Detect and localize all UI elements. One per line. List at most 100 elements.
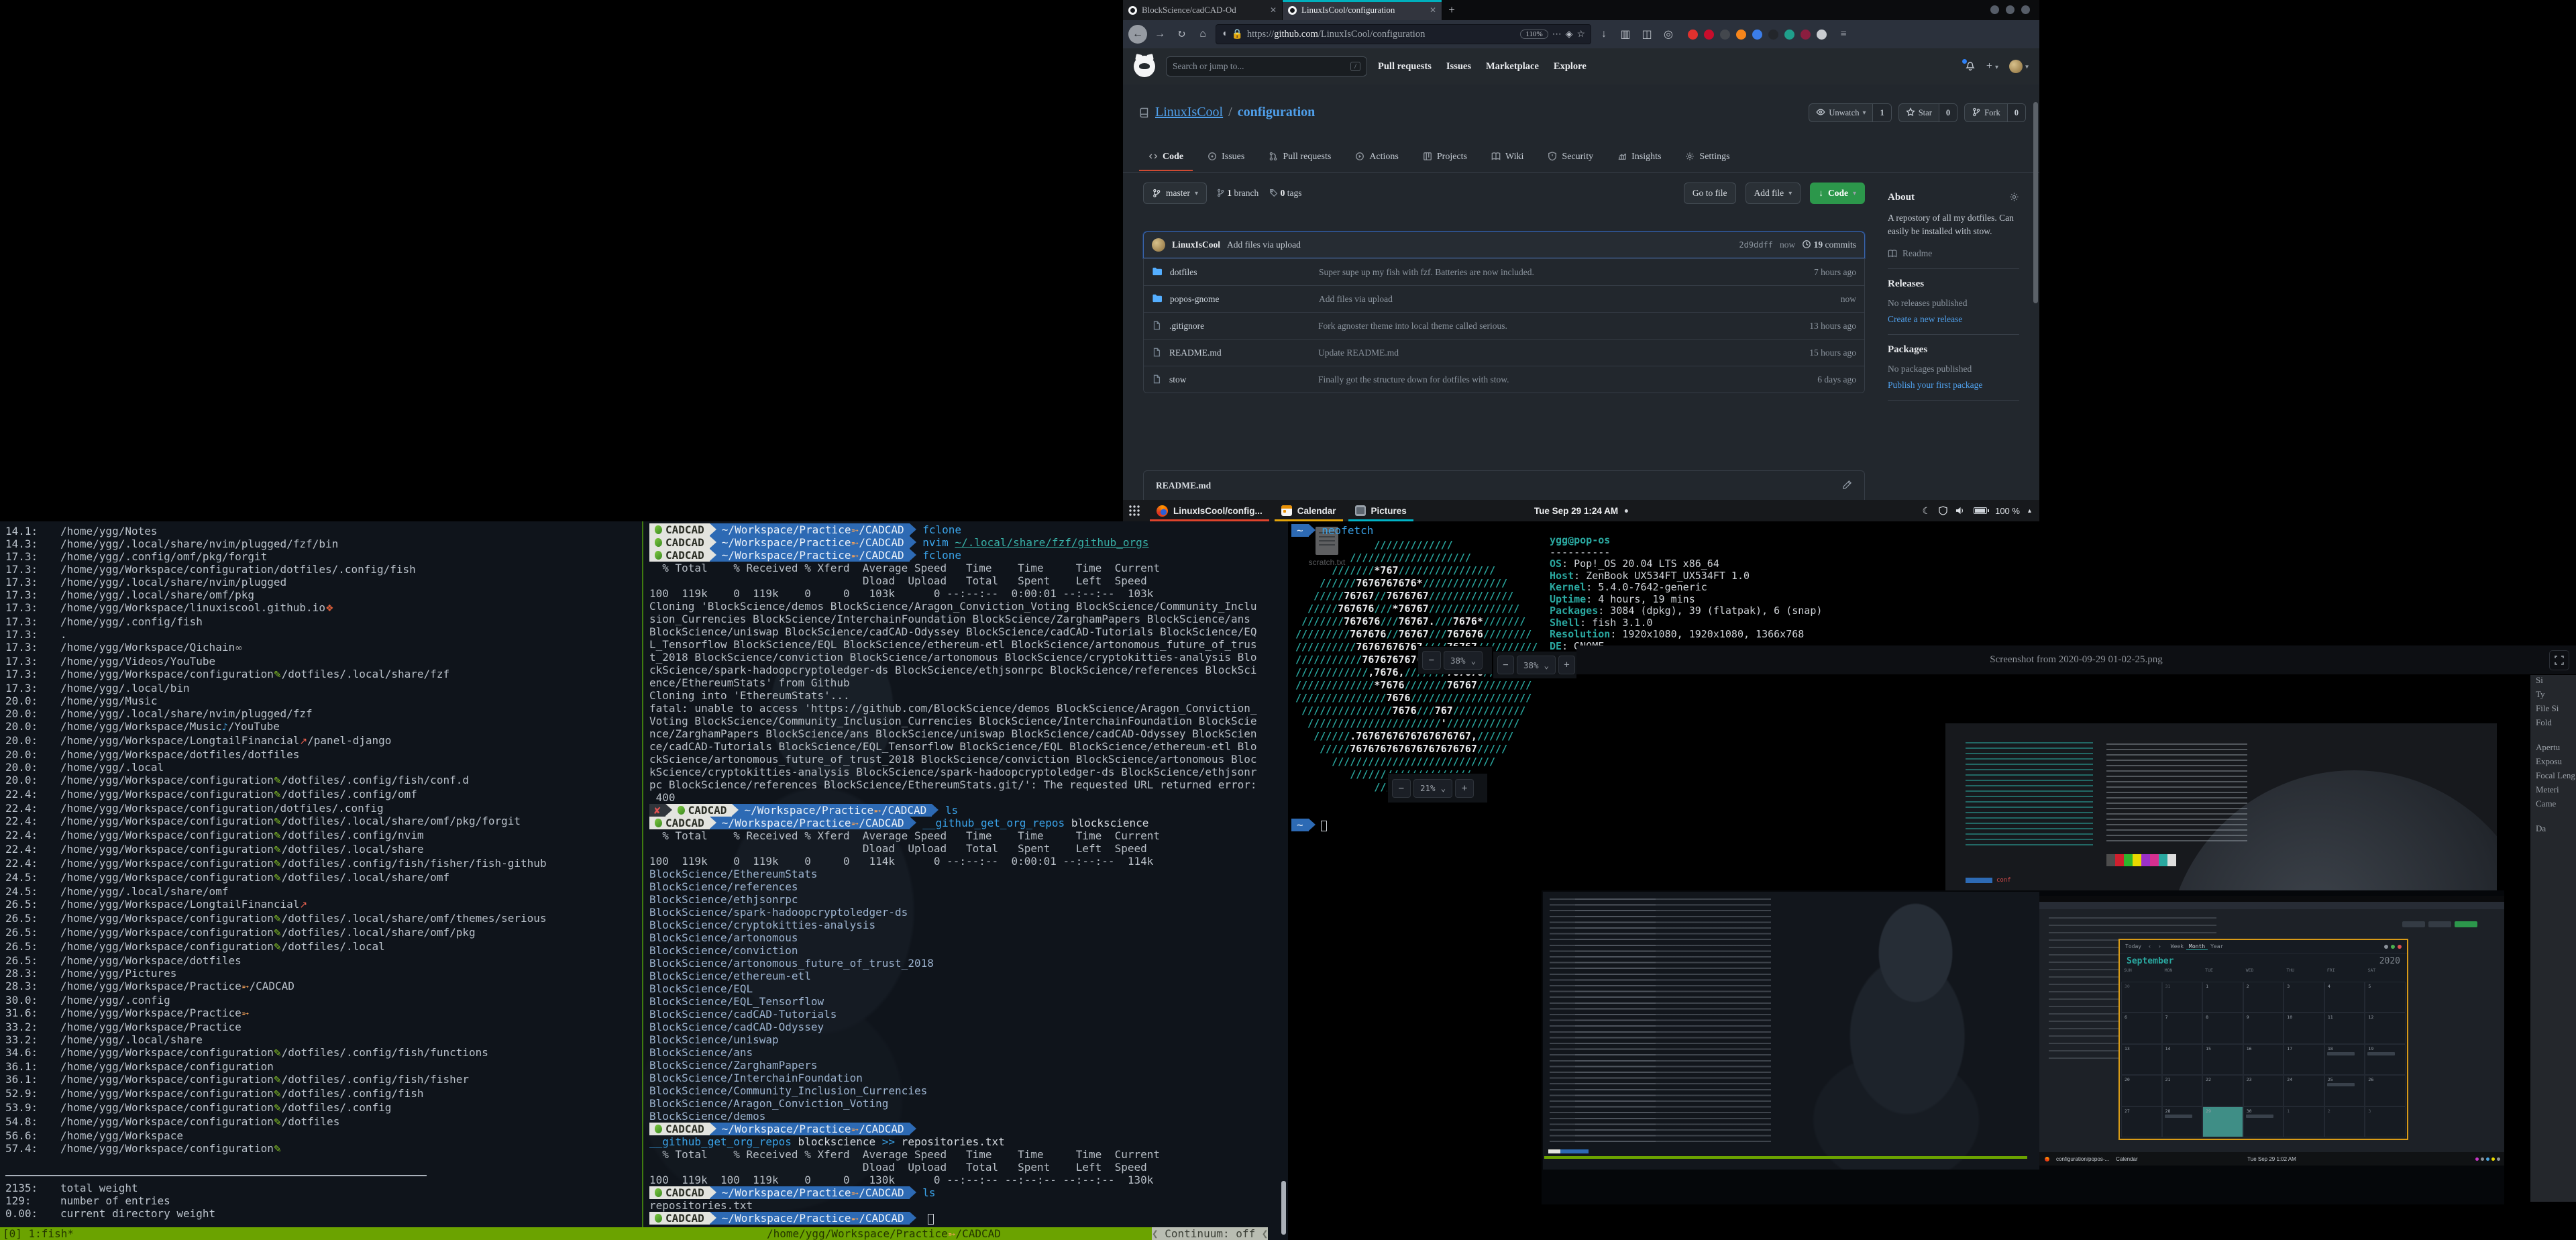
zoom-out-button[interactable]: − — [1392, 779, 1411, 798]
adblock-plus-icon[interactable] — [1704, 30, 1714, 40]
browser-tab[interactable]: BlockScience/cadCAD-Od✕ — [1123, 0, 1283, 20]
pocket-icon[interactable] — [1688, 30, 1698, 40]
tab-settings[interactable]: Settings — [1676, 144, 1739, 171]
volume-icon[interactable] — [1955, 505, 1966, 516]
file-name-link[interactable]: .gitignore — [1169, 321, 1310, 331]
calendar-day[interactable]: 27 — [2121, 1106, 2162, 1137]
star-button[interactable]: Star0 — [1898, 103, 1957, 122]
calendar-day[interactable]: 4 — [2324, 982, 2365, 1013]
github-nav-explore[interactable]: Explore — [1554, 61, 1587, 72]
calendar-day[interactable]: 6 — [2121, 1013, 2162, 1043]
file-commit-message[interactable]: Update README.md — [1318, 348, 1774, 358]
calendar-day[interactable]: 8 — [2202, 1013, 2243, 1043]
taskbar-item-pictures[interactable]: Pictures — [1346, 500, 1416, 521]
terminal-scrollbar[interactable] — [1281, 1181, 1286, 1235]
forward-button[interactable]: → — [1151, 28, 1169, 40]
close-icon[interactable]: ✕ — [1430, 5, 1436, 15]
commit-author[interactable]: LinuxIsCool — [1172, 240, 1220, 250]
calendar-day[interactable]: 9 — [2243, 1013, 2284, 1043]
calendar-day[interactable]: 24 — [2284, 1075, 2324, 1106]
back-button[interactable]: ← — [1128, 25, 1147, 44]
calendar-day[interactable]: 11 — [2324, 1013, 2365, 1043]
page-actions-icon[interactable]: ⋯ — [1552, 29, 1562, 40]
latest-commit-bar[interactable]: LinuxIsCool Add files via upload 2d9ddff… — [1143, 231, 1865, 258]
ghostery-icon[interactable] — [1720, 30, 1730, 40]
avatar[interactable]: ▾ — [2009, 60, 2029, 73]
window-button[interactable] — [1990, 5, 1999, 14]
file-commit-message[interactable]: Finally got the structure down for dotfi… — [1318, 374, 1774, 385]
sidebar-icon[interactable]: ◫ — [1638, 28, 1656, 41]
edit-pencil-icon[interactable] — [1842, 480, 1852, 491]
calendar-day[interactable]: 19 — [2365, 1044, 2406, 1075]
calendar-day[interactable]: 14 — [2162, 1044, 2203, 1075]
home-button[interactable]: ⌂ — [1194, 28, 1212, 40]
calendar-day[interactable]: 1 — [2284, 1106, 2324, 1137]
window-controls[interactable] — [1990, 5, 2030, 14]
create-release-link[interactable]: Create a new release — [1888, 314, 2019, 325]
tag-count[interactable]: 0 tags — [1269, 188, 1301, 199]
library-icon[interactable]: ▥ — [1617, 28, 1634, 41]
calendar-day[interactable]: 30 — [2243, 1106, 2284, 1137]
downloads-icon[interactable]: ↓ — [1595, 28, 1613, 40]
tmux-pane-divider[interactable] — [642, 521, 643, 1227]
calendar-view-week[interactable]: Week — [2168, 943, 2186, 950]
calendar-day[interactable]: 20 — [2121, 1075, 2162, 1106]
calendar-day[interactable]: 28 — [2162, 1106, 2203, 1137]
file-commit-message[interactable]: Super supe up my fish with fzf. Batterie… — [1319, 267, 1774, 278]
tab-issues[interactable]: Issues — [1198, 144, 1254, 171]
url-bar[interactable]: ◖ 🔒 https://github.com/LinuxIsCool/confi… — [1216, 24, 1591, 44]
calendar-prev-icon[interactable]: ‹ — [2148, 943, 2151, 949]
github-nav-issues[interactable]: Issues — [1446, 61, 1471, 72]
github-logo-icon[interactable] — [1134, 56, 1155, 77]
night-light-icon[interactable]: ☾ — [1923, 505, 1931, 517]
applications-grid-icon[interactable] — [1128, 505, 1140, 517]
calendar-day[interactable]: 30 — [2121, 982, 2162, 1013]
caret-up-icon[interactable]: ▴ — [2028, 507, 2031, 515]
reload-button[interactable]: ↻ — [1173, 28, 1190, 41]
zoom-value[interactable]: 21% — [1420, 783, 1436, 793]
window-button[interactable] — [2021, 5, 2030, 14]
file-name-link[interactable]: popos-gnome — [1170, 294, 1311, 305]
unwatch-button[interactable]: Unwatch▾1 — [1809, 103, 1891, 122]
bell-icon[interactable] — [1965, 60, 1976, 73]
file-row[interactable]: popos-gnomeAdd files via uploadnow — [1144, 285, 1864, 312]
repo-name-link[interactable]: configuration — [1238, 105, 1316, 120]
calendar-day[interactable]: 12 — [2365, 1013, 2406, 1043]
tab-wiki[interactable]: Wiki — [1482, 144, 1533, 171]
repo-owner-link[interactable]: LinuxIsCool — [1155, 105, 1223, 120]
go-to-file-button[interactable]: Go to file — [1684, 183, 1736, 204]
commit-message[interactable]: Add files via upload — [1227, 240, 1301, 250]
taskbar-clock[interactable]: Tue Sep 29 1:24 AM — [1534, 506, 1628, 516]
calendar-day[interactable]: 5 — [2365, 982, 2406, 1013]
tab-projects[interactable]: Projects — [1413, 144, 1477, 171]
new-tab-button[interactable]: + — [1442, 0, 1461, 20]
calendar-day[interactable]: 31 — [2162, 982, 2203, 1013]
calendar-day[interactable]: 22 — [2202, 1075, 2243, 1106]
zoom-in-button[interactable]: + — [1455, 779, 1474, 798]
calendar-day[interactable]: 23 — [2243, 1075, 2284, 1106]
file-row[interactable]: stow Finally got the structure down for d… — [1144, 366, 1864, 393]
tab-pull-requests[interactable]: Pull requests — [1259, 144, 1340, 171]
zoom-level-badge[interactable]: 110% — [1520, 30, 1548, 39]
clipboard-icon[interactable] — [1817, 30, 1827, 40]
file-row[interactable]: README.mdUpdate README.md15 hours ago — [1144, 339, 1864, 366]
battery-icon[interactable] — [1974, 507, 1987, 514]
pocket-icon[interactable]: ◈ — [1566, 29, 1573, 40]
globe-icon[interactable] — [1784, 30, 1794, 40]
bitwarden-icon[interactable] — [1752, 30, 1762, 40]
image-viewer-titlebar[interactable]: Screenshot from 2020-09-29 01-02-25.png — [1576, 645, 2576, 675]
calendar-day[interactable]: 26 — [2365, 1075, 2406, 1106]
file-name-link[interactable]: stow — [1169, 374, 1310, 385]
file-commit-message[interactable]: Add files via upload — [1319, 294, 1774, 305]
calendar-day[interactable]: 21 — [2162, 1075, 2203, 1106]
github-search-input[interactable]: Search or jump to... / — [1166, 56, 1367, 76]
tab-code[interactable]: Code — [1139, 144, 1193, 171]
fork-button[interactable]: Fork0 — [1964, 103, 2026, 122]
calendar-day[interactable]: 13 — [2121, 1044, 2162, 1075]
file-name-link[interactable]: dotfiles — [1170, 267, 1311, 278]
zoom-out-button[interactable]: − — [1422, 651, 1441, 670]
calendar-day[interactable]: 3 — [2284, 982, 2324, 1013]
branch-count[interactable]: 1 branch — [1216, 188, 1258, 199]
bookmark-star-icon[interactable]: ☆ — [1576, 29, 1585, 40]
github-nav-pull-requests[interactable]: Pull requests — [1378, 61, 1432, 72]
